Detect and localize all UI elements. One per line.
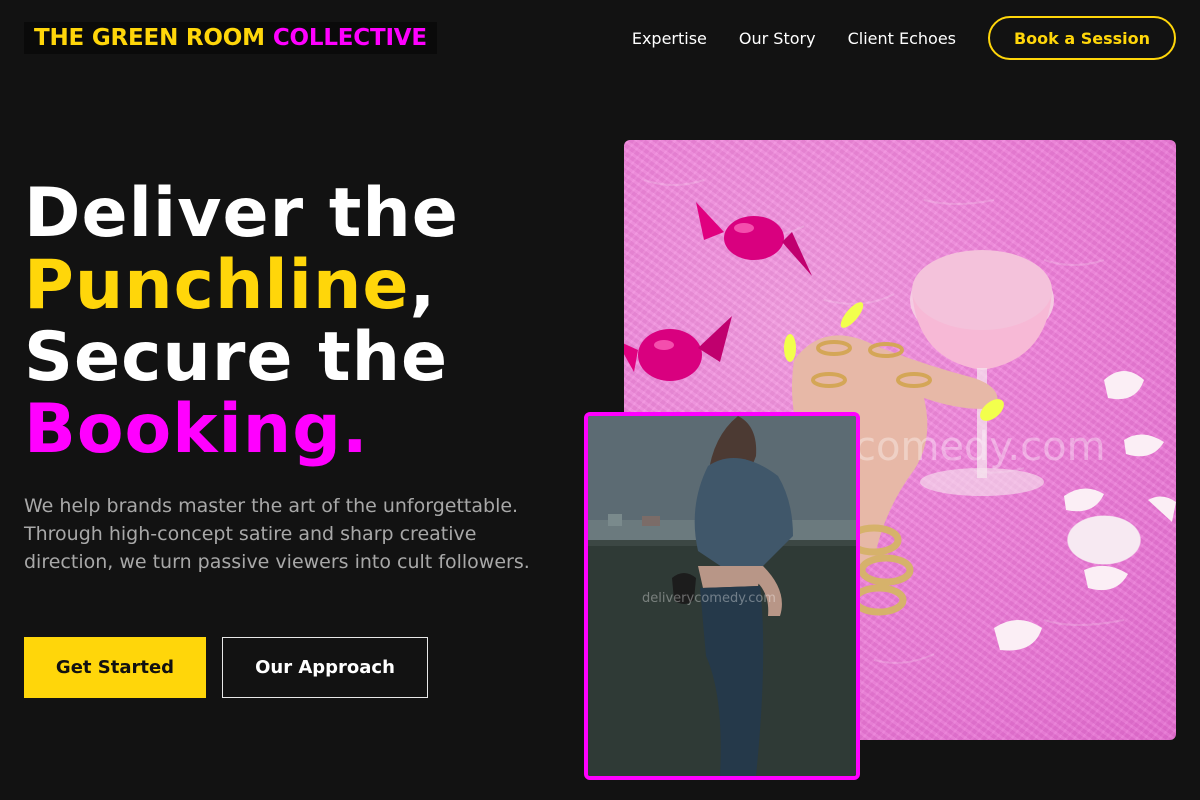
overlay-watermark: deliverycomedy.com <box>642 591 776 606</box>
hero-subtitle: We help brands master the art of the unf… <box>24 495 530 573</box>
main-nav: Expertise Our Story Client Echoes Book a… <box>632 16 1176 60</box>
headline-line1: Deliver the <box>24 174 459 253</box>
hero-image-denim-model[interactable]: deliverycomedy.com <box>584 412 860 780</box>
brand-name-part2: COLLECTIVE <box>272 25 427 51</box>
headline-line3: Secure the <box>24 318 449 397</box>
main-watermark: comedy.com <box>854 424 1106 470</box>
hero-headline: Deliver the Punchline, Secure the Bookin… <box>24 178 459 466</box>
headline-booking: Booking. <box>24 390 369 469</box>
brand-logo[interactable]: THE GREEN ROOM COLLECTIVE <box>24 22 437 54</box>
nav-link-client-echoes[interactable]: Client Echoes <box>848 29 956 48</box>
nav-link-our-story[interactable]: Our Story <box>739 29 816 48</box>
headline-punchline: Punchline <box>24 246 410 325</box>
book-session-button[interactable]: Book a Session <box>988 16 1176 60</box>
rose-petals <box>994 371 1176 651</box>
our-approach-button[interactable]: Our Approach <box>222 637 428 698</box>
denim-model-photo: deliverycomedy.com <box>588 416 856 776</box>
nav-link-expertise[interactable]: Expertise <box>632 29 707 48</box>
brand-name-part1: THE GREEN ROOM <box>34 25 265 51</box>
candy-2 <box>624 316 732 381</box>
headline-comma: , <box>409 246 437 325</box>
get-started-button[interactable]: Get Started <box>24 637 206 698</box>
candy-1 <box>696 202 812 276</box>
